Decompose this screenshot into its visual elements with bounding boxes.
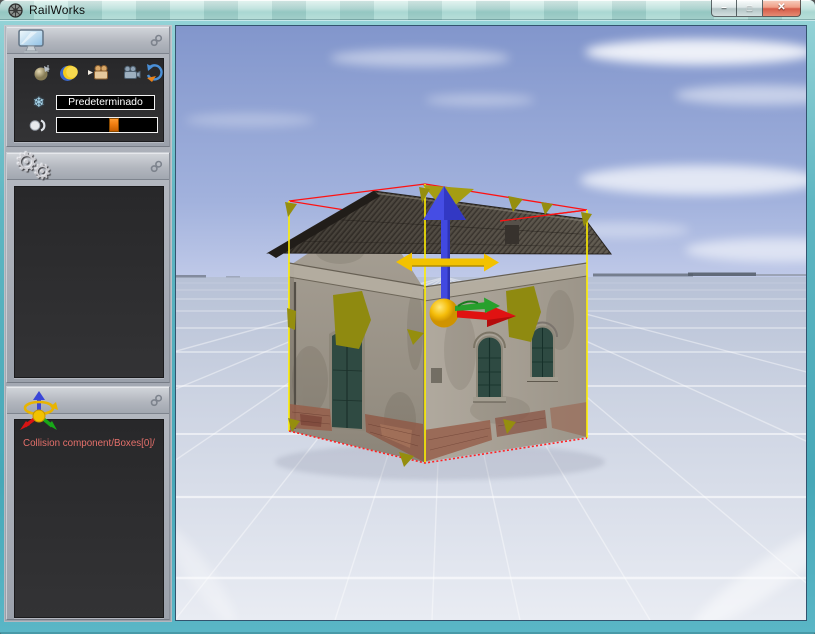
display-panel: ❄ Predeterminado <box>6 26 170 147</box>
window-1 <box>473 333 506 402</box>
settings-panel-header: ⚙ ⚙ <box>7 153 169 180</box>
active-camera-icon[interactable] <box>87 62 111 84</box>
railworks-logo-icon <box>8 3 23 18</box>
railworks-window: RailWorks – □ ✕ <box>0 0 815 634</box>
chimney <box>505 225 519 244</box>
gizmo-origin-handle[interactable] <box>430 299 459 328</box>
transform-gizmo-icon <box>18 390 60 441</box>
selection-panel: Collision component/Boxes[0]/ <box>6 386 170 620</box>
close-button[interactable]: ✕ <box>763 0 801 17</box>
brightness-row <box>15 117 165 134</box>
tool-sidebar: ❄ Predeterminado <box>4 25 172 622</box>
brightness-slider-handle[interactable] <box>109 118 119 132</box>
maximize-icon: □ <box>747 3 752 13</box>
settings-list[interactable] <box>14 186 164 378</box>
selection-list[interactable]: Collision component/Boxes[0]/ <box>14 419 164 618</box>
viewport-3d[interactable] <box>176 26 806 620</box>
toggle-icon <box>29 119 49 137</box>
window-controls: – □ ✕ <box>711 0 801 17</box>
environment-select[interactable]: Predeterminado <box>56 95 155 110</box>
settings-panel: ⚙ ⚙ <box>6 152 170 383</box>
wall-hatch <box>431 368 442 383</box>
pin-icon[interactable] <box>150 34 163 47</box>
window-title: RailWorks <box>29 3 85 17</box>
gears-icon: ⚙ ⚙ <box>15 147 38 178</box>
day-night-icon[interactable] <box>57 62 81 84</box>
close-icon: ✕ <box>777 3 785 13</box>
render-toolbar <box>15 62 165 84</box>
environment-row: ❄ Predeterminado <box>15 94 165 111</box>
display-panel-header <box>7 27 169 54</box>
shaded-sphere-icon[interactable] <box>31 62 55 84</box>
minimize-button[interactable]: – <box>711 0 737 17</box>
reset-view-icon[interactable] <box>143 62 167 84</box>
minimize-icon: – <box>721 3 727 13</box>
monitor-icon <box>17 29 47 59</box>
pin-icon[interactable] <box>150 160 163 173</box>
maximize-button[interactable]: □ <box>737 0 763 17</box>
weather-snowflake-icon: ❄ <box>33 94 45 111</box>
display-toolbox: ❄ Predeterminado <box>14 58 164 142</box>
pin-icon[interactable] <box>150 394 163 407</box>
brightness-slider[interactable] <box>56 117 158 133</box>
camera-icon[interactable] <box>119 62 143 84</box>
titlebar[interactable]: RailWorks – □ ✕ <box>0 0 815 20</box>
